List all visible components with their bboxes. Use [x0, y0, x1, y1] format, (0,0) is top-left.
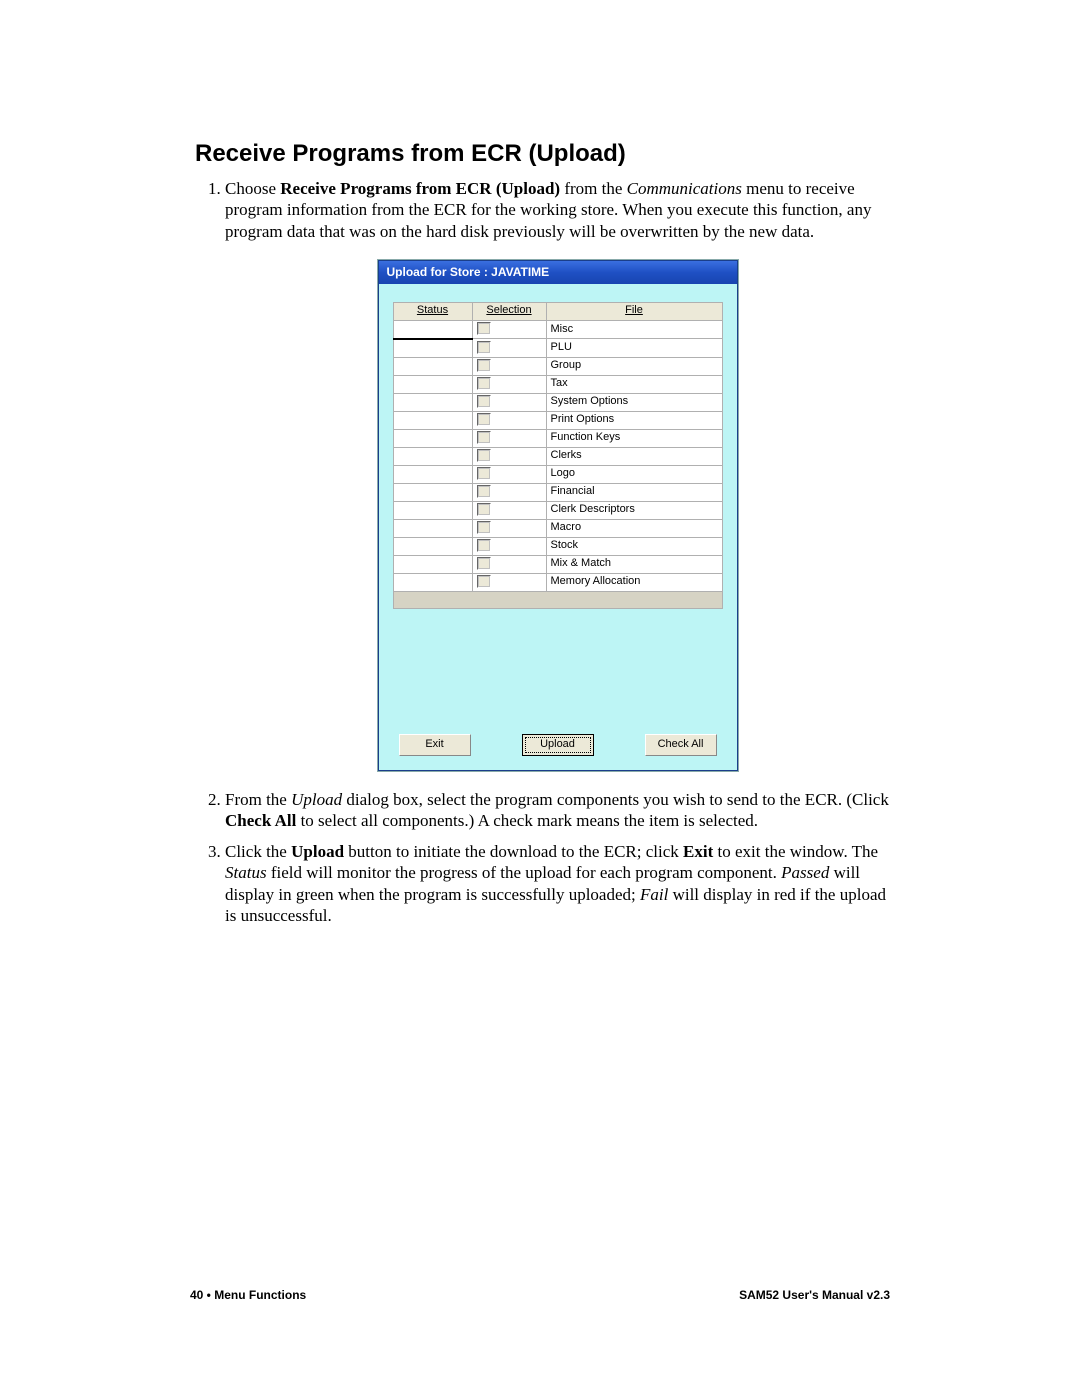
file-cell: Mix & Match [546, 555, 722, 573]
selection-cell[interactable] [472, 429, 546, 447]
table-row: Function Keys [393, 429, 722, 447]
checkbox-icon[interactable] [477, 467, 491, 480]
status-cell [393, 537, 472, 555]
step-1: Choose Receive Programs from ECR (Upload… [225, 178, 890, 771]
header-status: Status [393, 302, 472, 320]
file-cell: Memory Allocation [546, 573, 722, 591]
header-file: File [546, 302, 722, 320]
table-row: Print Options [393, 411, 722, 429]
table-row: PLU [393, 339, 722, 358]
checkbox-icon[interactable] [477, 449, 491, 462]
status-cell [393, 501, 472, 519]
status-cell [393, 411, 472, 429]
exit-button[interactable]: Exit [399, 734, 471, 756]
status-cell [393, 447, 472, 465]
step1-mid: from the [560, 179, 627, 198]
status-cell [393, 357, 472, 375]
table-row: Macro [393, 519, 722, 537]
checkbox-icon[interactable] [477, 485, 491, 498]
table-row: Group [393, 357, 722, 375]
upload-dialog: Upload for Store : JAVATIME Status Selec… [378, 260, 738, 771]
footer-right: SAM52 User's Manual v2.3 [739, 1288, 890, 1302]
selection-cell[interactable] [472, 375, 546, 393]
status-cell [393, 573, 472, 591]
table-row: Stock [393, 537, 722, 555]
upload-grid: Status Selection File MiscPLUGroupTaxSys… [393, 302, 723, 592]
file-cell: Group [546, 357, 722, 375]
footer-left: 40 • Menu Functions [190, 1288, 306, 1302]
file-cell: Print Options [546, 411, 722, 429]
checkbox-icon[interactable] [477, 341, 491, 354]
file-cell: Macro [546, 519, 722, 537]
table-row: Clerk Descriptors [393, 501, 722, 519]
file-cell: Function Keys [546, 429, 722, 447]
header-selection: Selection [472, 302, 546, 320]
checkbox-icon[interactable] [477, 413, 491, 426]
status-cell [393, 429, 472, 447]
file-cell: Clerks [546, 447, 722, 465]
step1-bold: Receive Programs from ECR (Upload) [280, 179, 560, 198]
selection-cell[interactable] [472, 555, 546, 573]
file-cell: Logo [546, 465, 722, 483]
table-row: Clerks [393, 447, 722, 465]
selection-cell[interactable] [472, 465, 546, 483]
checkbox-icon[interactable] [477, 539, 491, 552]
file-cell: Stock [546, 537, 722, 555]
table-row: Mix & Match [393, 555, 722, 573]
status-cell [393, 483, 472, 501]
selection-cell[interactable] [472, 573, 546, 591]
step1-ital: Communications [627, 179, 742, 198]
table-row: Logo [393, 465, 722, 483]
checkbox-icon[interactable] [477, 395, 491, 408]
file-cell: Misc [546, 320, 722, 339]
status-cell [393, 320, 472, 339]
status-cell [393, 339, 472, 358]
selection-cell[interactable] [472, 393, 546, 411]
dialog-titlebar: Upload for Store : JAVATIME [379, 261, 737, 284]
checkbox-icon[interactable] [477, 431, 491, 444]
status-cell [393, 555, 472, 573]
selection-cell[interactable] [472, 447, 546, 465]
checkbox-icon[interactable] [477, 322, 491, 335]
status-cell [393, 519, 472, 537]
file-cell: Financial [546, 483, 722, 501]
selection-cell[interactable] [472, 411, 546, 429]
checkbox-icon[interactable] [477, 557, 491, 570]
selection-cell[interactable] [472, 339, 546, 358]
step1-pre: Choose [225, 179, 280, 198]
table-row: System Options [393, 393, 722, 411]
status-cell [393, 393, 472, 411]
checkbox-icon[interactable] [477, 521, 491, 534]
selection-cell[interactable] [472, 519, 546, 537]
table-row: Memory Allocation [393, 573, 722, 591]
file-cell: System Options [546, 393, 722, 411]
file-cell: Tax [546, 375, 722, 393]
table-row: Misc [393, 320, 722, 339]
file-cell: Clerk Descriptors [546, 501, 722, 519]
checkbox-icon[interactable] [477, 377, 491, 390]
checkbox-icon[interactable] [477, 575, 491, 588]
check-all-button[interactable]: Check All [645, 734, 717, 756]
page-heading: Receive Programs from ECR (Upload) [195, 140, 890, 168]
step-3: Click the Upload button to initiate the … [225, 841, 890, 926]
status-cell [393, 465, 472, 483]
table-row: Financial [393, 483, 722, 501]
selection-cell[interactable] [472, 501, 546, 519]
table-row: Tax [393, 375, 722, 393]
checkbox-icon[interactable] [477, 359, 491, 372]
selection-cell[interactable] [472, 320, 546, 339]
upload-button[interactable]: Upload [522, 734, 594, 756]
selection-cell[interactable] [472, 357, 546, 375]
status-cell [393, 375, 472, 393]
selection-cell[interactable] [472, 537, 546, 555]
step-2: From the Upload dialog box, select the p… [225, 789, 890, 832]
grid-footer-strip [393, 592, 723, 609]
file-cell: PLU [546, 339, 722, 358]
selection-cell[interactable] [472, 483, 546, 501]
checkbox-icon[interactable] [477, 503, 491, 516]
